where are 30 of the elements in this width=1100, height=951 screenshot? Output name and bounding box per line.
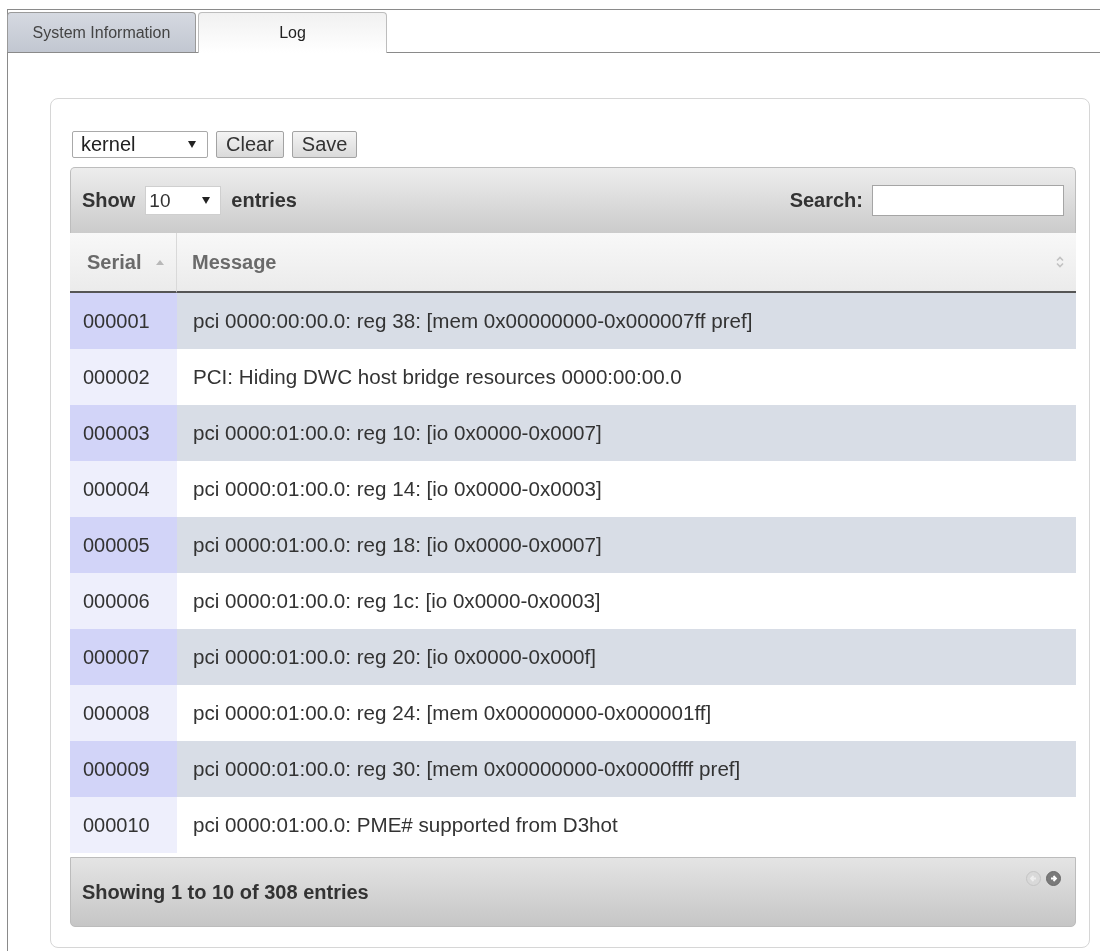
page-length-dropdown[interactable]: 10 <box>145 186 222 215</box>
caret-icon <box>188 140 196 148</box>
table-cell: 000004 <box>70 461 177 517</box>
entries-info: Showing 1 to 10 of 308 entries <box>82 880 369 904</box>
entries-label: entries <box>231 189 297 212</box>
search-label: Search: <box>789 189 863 212</box>
table-cell: 000006 <box>70 573 177 629</box>
table-cell: 000009 <box>70 741 177 797</box>
search-field[interactable] <box>872 185 1064 216</box>
table-cell: pci 0000:01:00.0: reg 18: [io 0x0000-0x0007] <box>177 517 1076 573</box>
table-cell: pci 0000:01:00.0: reg 30: [mem 0x00000000-0x0000ffff pref] <box>177 741 1076 797</box>
table-cell: 000007 <box>70 629 177 685</box>
show-label: Show <box>82 189 136 212</box>
action-button[interactable]: Clear <box>216 130 284 158</box>
table-cell: pci 0000:00:00.0: reg 38: [mem 0x00000000-0x000007ff pref] <box>177 293 1076 349</box>
table-cell: 000002 <box>70 349 177 405</box>
action-button[interactable]: Save <box>291 130 358 158</box>
column-header[interactable]: Message <box>177 233 1076 293</box>
table-cell: 000008 <box>70 685 177 741</box>
column-header[interactable]: Serial <box>70 233 177 293</box>
table-cell: 000001 <box>70 293 177 349</box>
table-cell: pci 0000:01:00.0: reg 10: [io 0x0000-0x0007] <box>177 405 1076 461</box>
tab[interactable]: System Information <box>7 12 196 52</box>
table-cell: 000005 <box>70 517 177 573</box>
table-cell: pci 0000:01:00.0: reg 20: [io 0x0000-0x000f] <box>177 629 1076 685</box>
table-cell: 000010 <box>70 797 177 853</box>
log-source-dropdown[interactable]: kernel <box>72 130 208 158</box>
caret-icon <box>202 197 211 204</box>
tab[interactable]: Log <box>198 12 387 53</box>
table-cell: 000003 <box>70 405 177 461</box>
